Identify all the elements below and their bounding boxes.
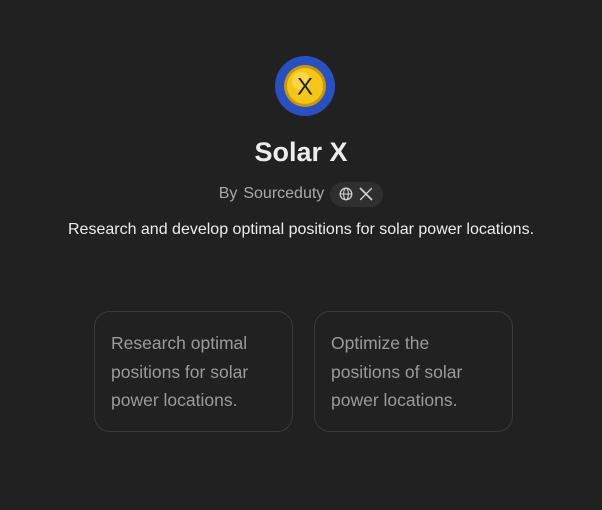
gpt-intro-page: X Solar X By Sourceduty Research and dev… xyxy=(0,0,602,510)
sun-logo-icon: X xyxy=(277,58,333,114)
author-name: Sourceduty xyxy=(243,185,325,202)
gpt-title: Solar X xyxy=(254,137,348,167)
globe-icon[interactable] xyxy=(339,187,353,201)
x-logo-icon[interactable] xyxy=(359,187,373,201)
social-links xyxy=(330,181,384,207)
conversation-starters: Research optimal positions for solar pow… xyxy=(94,311,513,432)
conversation-starter-card[interactable]: Research optimal positions for solar pow… xyxy=(94,311,293,432)
byline: By Sourceduty xyxy=(0,181,602,207)
avatar-letter: X xyxy=(297,74,313,101)
gpt-avatar: X xyxy=(275,56,335,116)
gpt-description: Research and develop optimal positions f… xyxy=(67,221,535,238)
conversation-starter-card[interactable]: Optimize the positions of solar power lo… xyxy=(314,311,513,432)
by-prefix: By xyxy=(218,185,238,202)
